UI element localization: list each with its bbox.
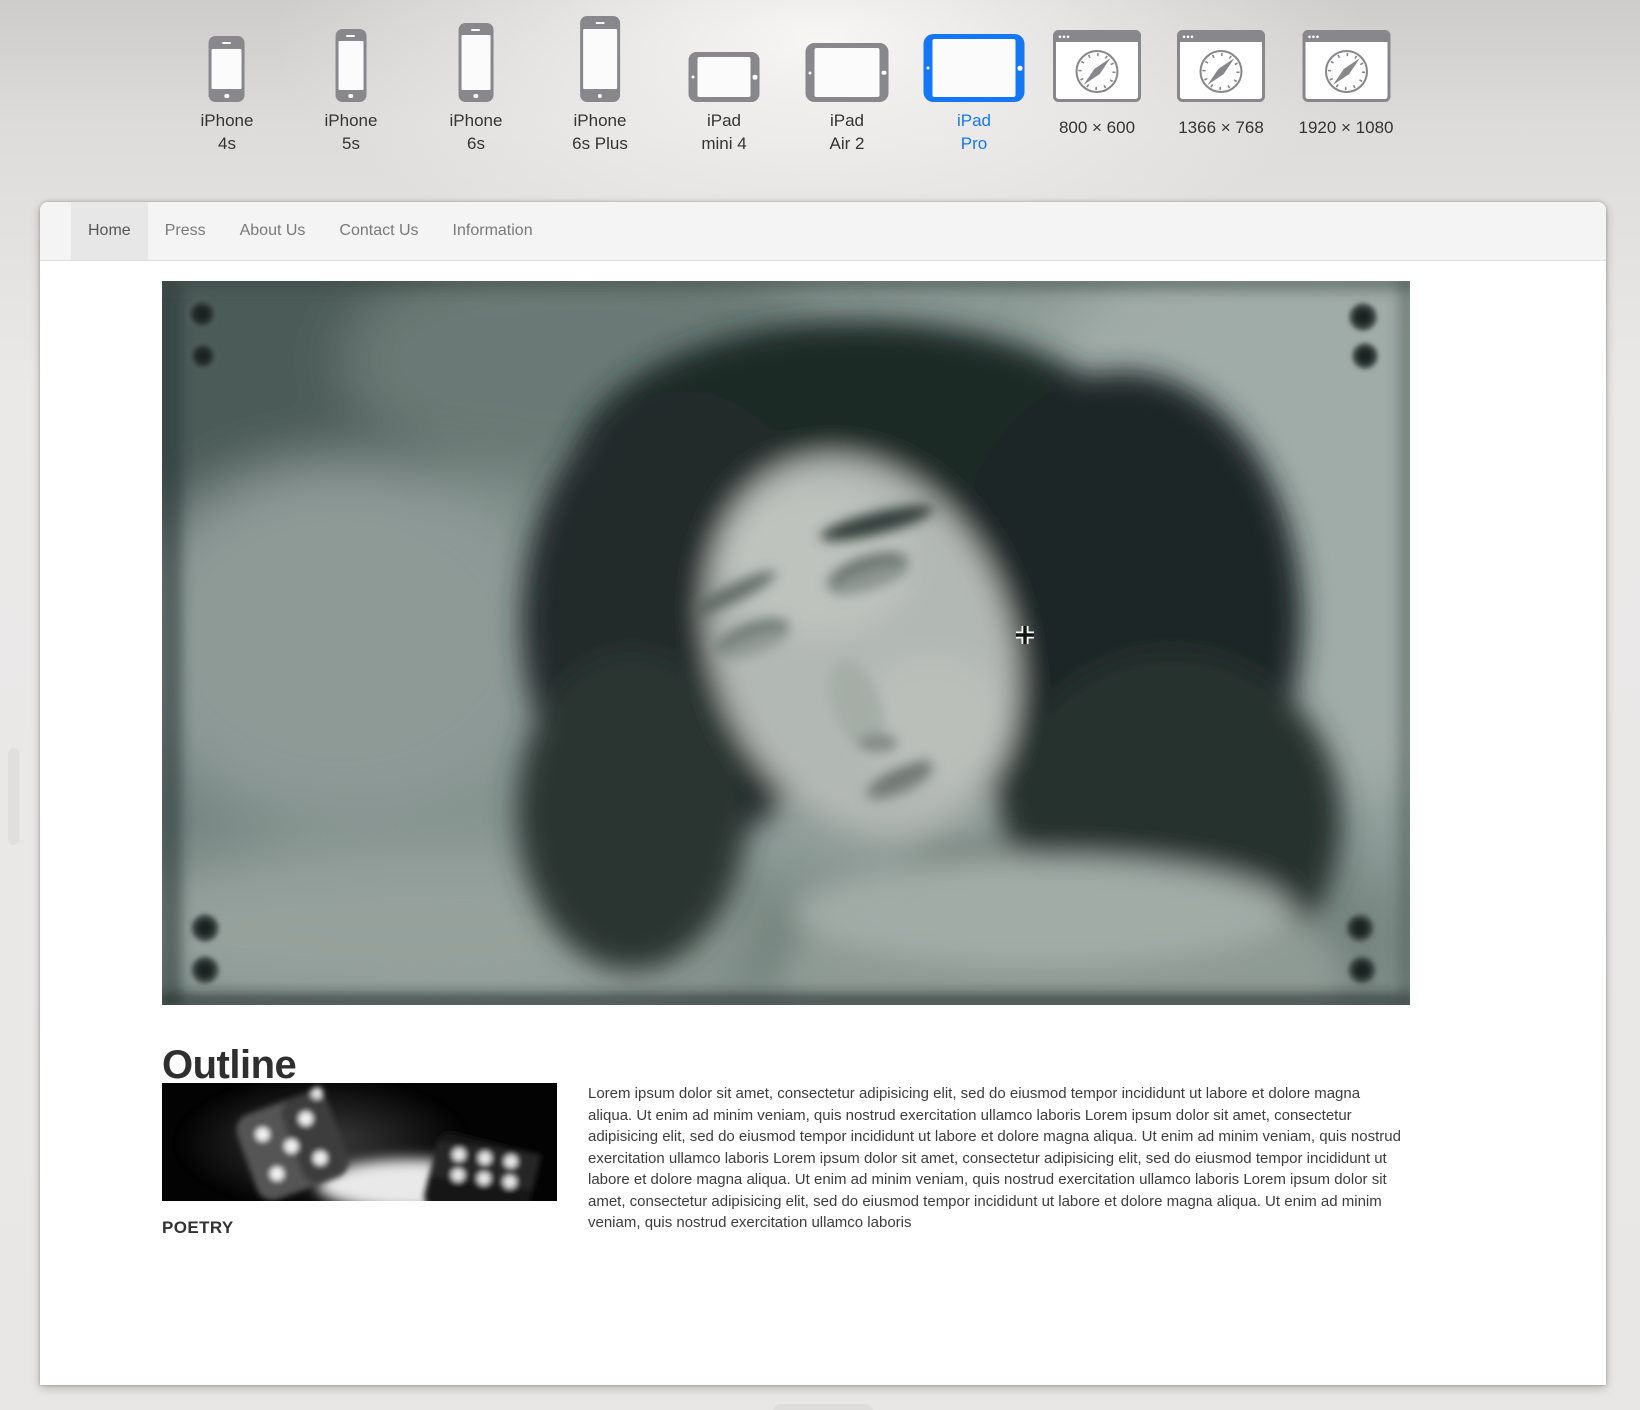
device-label: 1366 × 768 <box>1178 116 1264 139</box>
safari-window-icon <box>1302 30 1390 102</box>
device-iphone-6s-plus[interactable]: iPhone6s Plus <box>572 14 628 155</box>
device-label: iPhone4s <box>201 109 254 155</box>
thumbnail-caption: POETRY <box>162 1218 557 1238</box>
dice-photo <box>162 1083 557 1201</box>
preset-800x600[interactable]: 800 × 600 <box>1053 14 1141 139</box>
nav-item-information[interactable]: Information <box>436 202 550 260</box>
iphone-4s-icon <box>209 36 245 102</box>
nav-item-about-us[interactable]: About Us <box>223 202 323 260</box>
device-ipad-pro[interactable]: iPadPro <box>924 14 1025 155</box>
body-paragraph: Lorem ipsum dolor sit amet, consectetur … <box>588 1083 1401 1234</box>
poetry-thumbnail: POETRY <box>162 1083 557 1238</box>
responsive-design-mode: iPhone4s iPhone5s iPhone6s iPhone6s Plus… <box>0 0 1640 1410</box>
iphone-6s-icon <box>459 23 494 102</box>
device-iphone-4s[interactable]: iPhone4s <box>201 14 254 155</box>
page-title: Outline <box>162 1045 296 1085</box>
iphone-5s-icon <box>336 29 367 102</box>
device-iphone-5s[interactable]: iPhone5s <box>325 14 378 155</box>
ipad-air-2-icon <box>806 43 889 102</box>
device-label: iPhone5s <box>325 109 378 155</box>
hero-image <box>162 281 1410 1005</box>
device-label: iPhone6s Plus <box>572 109 628 155</box>
device-label: 800 × 600 <box>1059 116 1135 139</box>
ipad-pro-icon <box>924 34 1025 102</box>
outline-section: POETRY Lorem ipsum dolor sit amet, conse… <box>162 1083 1401 1238</box>
device-label: iPadmini 4 <box>701 109 746 155</box>
device-label: iPadPro <box>957 109 991 155</box>
ipad-mini-4-icon <box>689 52 760 102</box>
simulated-viewport: Home Press About Us Contact Us Informati… <box>40 202 1606 1385</box>
iphone-6s-plus-icon <box>580 16 620 102</box>
device-label: iPadAir 2 <box>830 109 865 155</box>
device-ipad-mini-4[interactable]: iPadmini 4 <box>689 14 760 155</box>
nav-item-home[interactable]: Home <box>71 202 148 260</box>
device-label: 1920 × 1080 <box>1298 116 1393 139</box>
device-label: iPhone6s <box>450 109 503 155</box>
safari-window-icon <box>1053 30 1141 102</box>
safari-window-icon <box>1177 30 1265 102</box>
page-navbar: Home Press About Us Contact Us Informati… <box>40 202 1606 261</box>
hero-portrait-illustration <box>162 281 1410 1005</box>
device-ipad-air-2[interactable]: iPadAir 2 <box>806 14 889 155</box>
viewport-left-resize-handle[interactable] <box>8 748 19 845</box>
nav-item-contact-us[interactable]: Contact Us <box>322 202 435 260</box>
device-toolbar: iPhone4s iPhone5s iPhone6s iPhone6s Plus… <box>0 0 1640 190</box>
preset-1366x768[interactable]: 1366 × 768 <box>1177 14 1265 139</box>
nav-item-press[interactable]: Press <box>148 202 223 260</box>
device-iphone-6s[interactable]: iPhone6s <box>450 14 503 155</box>
preset-1920x1080[interactable]: 1920 × 1080 <box>1298 14 1393 139</box>
viewport-bottom-resize-handle[interactable] <box>773 1404 873 1410</box>
